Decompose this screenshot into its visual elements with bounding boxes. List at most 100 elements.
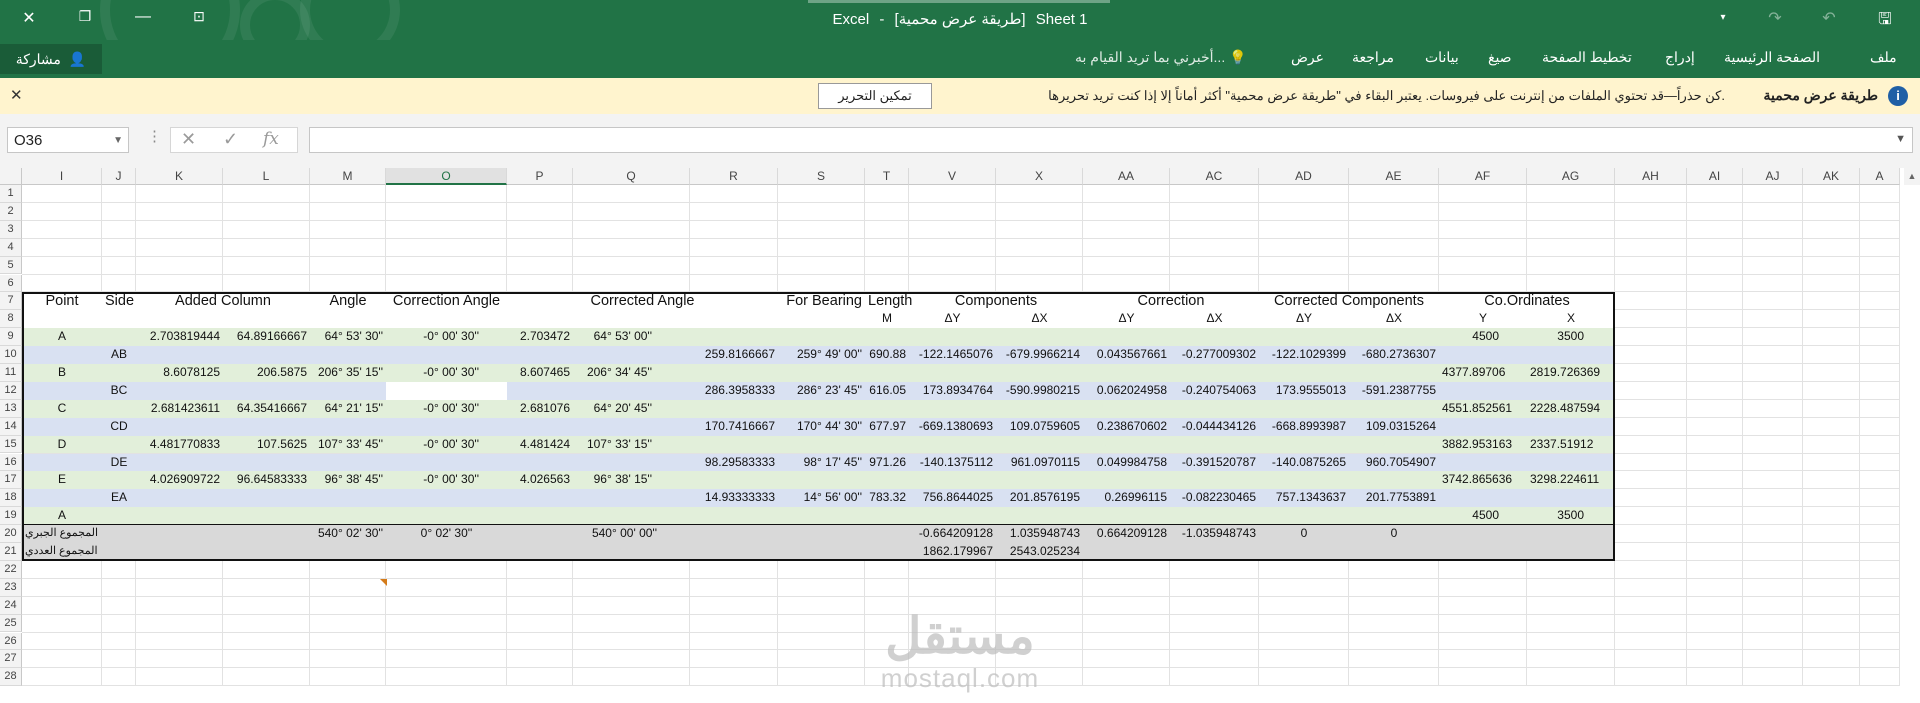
cell-r14[interactable]: 170.7416667: [690, 418, 778, 435]
customize-toolbar-icon[interactable]: ▾: [1708, 12, 1738, 23]
cell-o15[interactable]: -0° 00' 30'': [386, 436, 482, 453]
subheader-y[interactable]: Y: [1439, 310, 1527, 327]
hdr-corrected-angle[interactable]: Corrected Angle: [507, 289, 778, 313]
row-header-9[interactable]: 9: [0, 328, 22, 347]
tab-home[interactable]: الصفحة الرئيسية: [1724, 49, 1820, 66]
column-header-j[interactable]: J: [102, 168, 136, 185]
cell-ag9[interactable]: 3500: [1527, 328, 1587, 345]
cell-v21[interactable]: 1862.179967: [909, 543, 996, 560]
column-header-ad[interactable]: AD: [1259, 168, 1349, 185]
cell-x10[interactable]: -679.9966214: [996, 346, 1083, 363]
more-options-icon[interactable]: ⋮: [147, 127, 162, 145]
cell-m11[interactable]: 206° 35' 15'': [310, 364, 386, 381]
column-header-o[interactable]: O: [386, 168, 507, 185]
cell-x21[interactable]: 2543.025234: [996, 543, 1083, 560]
expand-formula-bar-icon[interactable]: ▼: [1895, 133, 1906, 145]
cell-ae18[interactable]: 201.7753891: [1349, 489, 1439, 506]
subheader-corr-dx[interactable]: ΔX: [1170, 310, 1259, 327]
cell-ac10[interactable]: -0.277009302: [1170, 346, 1259, 363]
formula-input[interactable]: ▼: [309, 127, 1913, 153]
row-header-1[interactable]: 1: [0, 185, 22, 203]
column-header-ak[interactable]: AK: [1803, 168, 1860, 185]
column-header-aj[interactable]: AJ: [1743, 168, 1803, 185]
cell-v10[interactable]: -122.1465076: [909, 346, 996, 363]
cell-q9[interactable]: 64° 53' 00'': [573, 328, 655, 345]
enable-editing-button[interactable]: تمكين التحرير: [818, 83, 932, 109]
cell-s12[interactable]: 286° 23' 45'': [778, 382, 865, 399]
column-header-r[interactable]: R: [690, 168, 778, 185]
column-header-v[interactable]: V: [909, 168, 996, 185]
cell-i11[interactable]: B: [22, 364, 102, 381]
cell-o9[interactable]: -0° 00' 30'': [386, 328, 482, 345]
column-header-aa[interactable]: AA: [1083, 168, 1170, 185]
ribbon-display-icon[interactable]: ⊡: [184, 8, 214, 25]
row-header-11[interactable]: 11: [0, 364, 22, 382]
cell-k13[interactable]: 2.681423611: [136, 400, 223, 417]
column-header-k[interactable]: K: [136, 168, 223, 185]
cell-q17[interactable]: 96° 38' 15'': [573, 471, 655, 488]
cell-k11[interactable]: 8.6078125: [136, 364, 223, 381]
share-button[interactable]: مشاركة 👤: [0, 44, 102, 74]
column-header-af[interactable]: AF: [1439, 168, 1527, 185]
row-header-17[interactable]: 17: [0, 471, 22, 490]
cell-aa10[interactable]: 0.043567661: [1083, 346, 1170, 363]
cell-v20[interactable]: -0.664209128: [909, 525, 996, 542]
cell-af15[interactable]: 3882.953163: [1439, 436, 1512, 453]
cell-k9[interactable]: 2.703819444: [136, 328, 223, 345]
cell-r10[interactable]: 259.8166667: [690, 346, 778, 363]
cell-p11[interactable]: 8.607465: [507, 364, 573, 381]
cell-ad16[interactable]: -140.0875265: [1259, 454, 1349, 471]
cell-q13[interactable]: 64° 20' 45'': [573, 400, 655, 417]
cell-k15[interactable]: 4.481770833: [136, 436, 223, 453]
row-header-8[interactable]: 8: [0, 310, 22, 329]
cell-t12[interactable]: 616.05: [865, 382, 909, 399]
cell-j10[interactable]: AB: [102, 346, 136, 363]
row-header-26[interactable]: 26: [0, 632, 22, 651]
column-header-ac[interactable]: AC: [1170, 168, 1259, 185]
cell-ae12[interactable]: -591.2387755: [1349, 382, 1439, 399]
cell-r16[interactable]: 98.29583333: [690, 454, 778, 471]
cell-x18[interactable]: 201.8576195: [996, 489, 1083, 506]
subheader-x[interactable]: X: [1527, 310, 1615, 327]
cell-o11[interactable]: -0° 00' 30'': [386, 364, 482, 381]
cell-j12[interactable]: BC: [102, 382, 136, 399]
redo-icon[interactable]: ↷: [1760, 8, 1790, 28]
cell-x20[interactable]: 1.035948743: [996, 525, 1083, 542]
totals-label[interactable]: المجموع الجبري: [22, 525, 136, 542]
undo-icon[interactable]: ↶: [1814, 8, 1844, 28]
close-icon[interactable]: ✕: [14, 8, 44, 28]
hdr-for-bearing[interactable]: For Bearing: [778, 289, 865, 313]
tell-me-search[interactable]: أخبرني بما تريد القيام به... 💡: [1075, 49, 1247, 66]
subheader-length[interactable]: M: [865, 310, 909, 327]
cell-i15[interactable]: D: [22, 436, 102, 453]
cell-ag17[interactable]: 3298.224611: [1527, 471, 1599, 488]
cell-m15[interactable]: 107° 33' 45'': [310, 436, 386, 453]
column-header-ae[interactable]: AE: [1349, 168, 1439, 185]
cell-p15[interactable]: 4.481424: [507, 436, 573, 453]
cell-aa12[interactable]: 0.062024958: [1083, 382, 1170, 399]
hdr-correction-angle[interactable]: Correction Angle: [386, 289, 507, 313]
column-header-p[interactable]: P: [507, 168, 573, 185]
row-header-19[interactable]: 19: [0, 507, 22, 526]
row-header-25[interactable]: 25: [0, 614, 22, 633]
row-header-12[interactable]: 12: [0, 381, 22, 400]
column-header-ah[interactable]: AH: [1615, 168, 1687, 185]
comment-indicator[interactable]: [380, 578, 387, 586]
cell-ac12[interactable]: -0.240754063: [1170, 382, 1259, 399]
cell-q20[interactable]: 540° 00' 00'': [573, 525, 660, 542]
scroll-up-icon[interactable]: ▲: [1904, 168, 1920, 185]
minimize-icon[interactable]: —: [128, 8, 158, 26]
hdr-added-column[interactable]: Added Column: [136, 289, 310, 313]
cell-aa14[interactable]: 0.238670602: [1083, 418, 1170, 435]
tab-file[interactable]: ملف: [1870, 49, 1897, 66]
subheader-cc-dy[interactable]: ΔY: [1259, 310, 1349, 327]
cell-o13[interactable]: -0° 00' 30'': [386, 400, 482, 417]
cell-ae16[interactable]: 960.7054907: [1349, 454, 1439, 471]
cell-q15[interactable]: 107° 33' 15'': [573, 436, 655, 453]
insert-function-icon[interactable]: fx: [263, 129, 279, 149]
column-header-m[interactable]: M: [310, 168, 386, 185]
row-header-3[interactable]: 3: [0, 220, 22, 239]
cell-aa18[interactable]: 0.26996115: [1083, 489, 1170, 506]
cell-s18[interactable]: 14° 56' 00'': [778, 489, 865, 506]
cell-k17[interactable]: 4.026909722: [136, 471, 223, 488]
